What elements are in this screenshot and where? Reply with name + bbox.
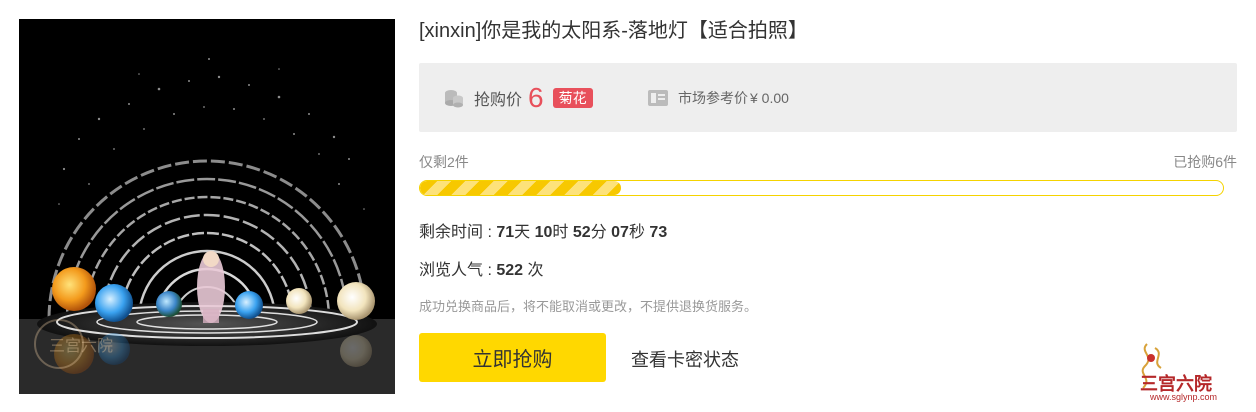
view-count-unit: 次 xyxy=(527,262,544,279)
sale-price: 抢购价 6 菊花 xyxy=(443,63,593,132)
solar-system-image: 三宫六院 xyxy=(19,19,395,394)
coins-icon xyxy=(445,89,463,107)
buy-now-button[interactable]: 立即抢购 xyxy=(419,333,606,382)
market-price-label: 市场参考价 xyxy=(678,89,748,106)
price-box: 抢购价 6 菊花 市场参考价 ¥ 0.00 xyxy=(419,63,1237,132)
stock-progress-fill xyxy=(420,181,621,195)
countdown-seconds-unit: 秒 xyxy=(628,224,645,241)
stock-row: 仅剩2件 已抢购6件 xyxy=(419,152,1237,170)
countdown-tick: 73 xyxy=(649,224,668,241)
currency-badge: 菊花 xyxy=(552,87,593,108)
exchange-notice: 成功兑换商品后，将不能取消或更改，不提供退换货服务。 xyxy=(419,299,758,314)
view-count-value: 522 xyxy=(496,262,524,279)
countdown-hours: 10 xyxy=(534,224,553,241)
view-count-label: 浏览人气 : xyxy=(419,262,492,279)
countdown-label: 剩余时间 : xyxy=(419,224,492,241)
sale-price-label: 抢购价 xyxy=(474,91,523,109)
view-count: 浏览人气 : 522 次 xyxy=(419,256,544,280)
view-card-status-link[interactable]: 查看卡密状态 xyxy=(631,346,739,372)
watermark-url: www.sglynp.com xyxy=(1150,392,1218,402)
stock-sold: 已抢购6件 xyxy=(1173,154,1237,170)
countdown-seconds: 07 xyxy=(611,224,629,241)
countdown-days-unit: 天 xyxy=(514,224,531,241)
sale-price-value: 6 xyxy=(528,81,544,113)
price-tag-icon xyxy=(648,89,668,106)
countdown-minutes: 52 xyxy=(572,224,591,241)
product-image: 三宫六院 xyxy=(19,19,395,394)
market-price: 市场参考价 ¥ 0.00 xyxy=(647,63,789,132)
stock-progress-bar xyxy=(419,180,1224,196)
stock-remaining: 仅剩2件 xyxy=(419,154,469,170)
countdown-hours-unit: 时 xyxy=(552,224,569,241)
product-title: [xinxin]你是我的太阳系-落地灯【适合拍照】 xyxy=(419,20,808,42)
countdown-days: 71 xyxy=(496,224,515,241)
market-price-value: ¥ 0.00 xyxy=(750,89,789,106)
svg-text:三宫六院: 三宫六院 xyxy=(49,337,113,355)
countdown-minutes-unit: 分 xyxy=(590,224,607,241)
product-info: [xinxin]你是我的太阳系-落地灯【适合拍照】 抢购价 6 菊花 市场参考价… xyxy=(419,16,1237,382)
countdown: 剩余时间 : 71天 10时 52分 07秒 73 xyxy=(419,218,667,242)
